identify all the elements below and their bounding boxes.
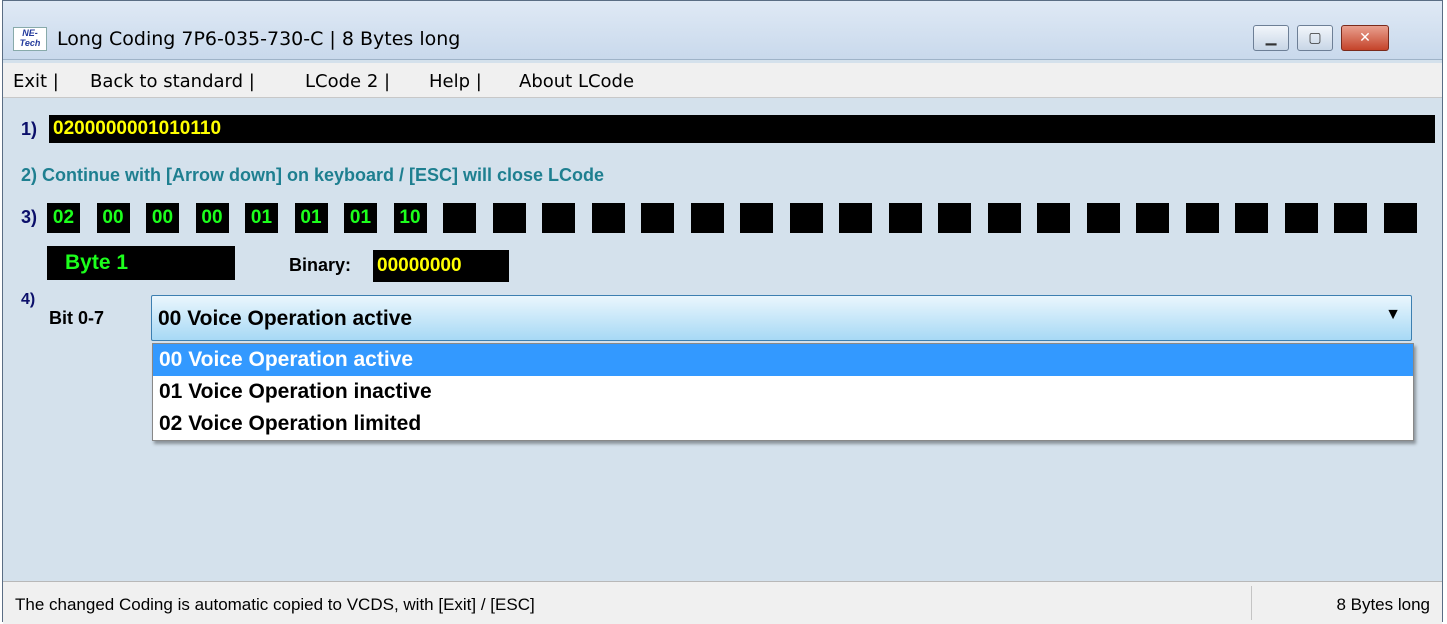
byte-cell[interactable]: 10 — [393, 203, 427, 233]
byte-cell[interactable] — [443, 203, 476, 233]
byte-cell[interactable] — [591, 203, 625, 233]
byte-cell[interactable]: 01 — [344, 203, 377, 233]
byte-cell[interactable] — [1086, 203, 1120, 233]
close-button[interactable]: ✕ — [1341, 25, 1389, 51]
coding-input[interactable]: 0200000001010110 — [49, 115, 1435, 143]
window-title: Long Coding 7P6-035-730-C | 8 Bytes long — [57, 28, 461, 50]
step-2-instruction: 2) Continue with [Arrow down] on keyboar… — [21, 165, 605, 185]
option-voice-inactive[interactable]: 01 Voice Operation inactive — [153, 376, 1413, 408]
byte-cell[interactable] — [938, 203, 971, 233]
maximize-button[interactable]: ▢ — [1297, 25, 1333, 51]
byte-cell[interactable]: 01 — [294, 203, 328, 233]
byte-cell[interactable] — [492, 203, 526, 233]
app-window: NE- Tech Long Coding 7P6-035-730-C | 8 By… — [2, 0, 1443, 624]
byte-cell[interactable] — [1383, 203, 1417, 233]
byte-cell[interactable]: 00 — [96, 203, 130, 233]
minimize-button[interactable]: ▁ — [1253, 25, 1289, 51]
step-3-label: 3) — [21, 207, 38, 227]
byte-cell[interactable] — [1235, 203, 1268, 233]
title-bar[interactable]: NE- Tech Long Coding 7P6-035-730-C | 8 By… — [3, 1, 1442, 60]
byte-cell[interactable] — [1334, 203, 1367, 233]
option-voice-limited[interactable]: 02 Voice Operation limited — [153, 408, 1413, 440]
byte-cell[interactable] — [542, 203, 575, 233]
byte-cell[interactable]: 00 — [195, 203, 229, 233]
status-divider — [1251, 586, 1252, 620]
byte-label: Byte 1 — [47, 246, 235, 280]
bit-select[interactable]: 00 Voice Operation active ▼ — [151, 295, 1412, 341]
menu-back-to-standard[interactable]: Back to standard | — [90, 71, 255, 92]
byte-cell[interactable] — [789, 203, 823, 233]
menu-lcode-2[interactable]: LCode 2 | — [305, 71, 390, 92]
binary-value: 00000000 — [373, 250, 509, 282]
menu-about-lcode[interactable]: About LCode — [519, 71, 634, 92]
byte-cell[interactable]: 00 — [146, 203, 179, 233]
status-text: The changed Coding is automatic copied t… — [15, 595, 535, 614]
byte-cell[interactable] — [1136, 203, 1169, 233]
menu-exit[interactable]: Exit | — [13, 71, 59, 92]
byte-cell[interactable] — [1284, 203, 1318, 233]
byte-cell[interactable] — [690, 203, 724, 233]
app-icon: NE- Tech — [13, 27, 47, 51]
binary-label: Binary: — [289, 255, 352, 275]
byte-cell[interactable] — [1185, 203, 1219, 233]
bit-options-list: 00 Voice Operation active 01 Voice Opera… — [152, 343, 1414, 441]
byte-cell[interactable] — [839, 203, 872, 233]
step-1-label: 1) — [21, 119, 38, 139]
status-byte-count: 8 Bytes long — [1336, 595, 1430, 614]
byte-cell[interactable] — [987, 203, 1021, 233]
byte-cell[interactable] — [740, 203, 773, 233]
dropdown-arrow-icon[interactable]: ▼ — [1385, 306, 1401, 324]
status-bar: The changed Coding is automatic copied t… — [3, 581, 1442, 624]
bit-label: Bit 0-7 — [49, 308, 105, 328]
byte-cell[interactable]: 01 — [245, 203, 278, 233]
byte-cell[interactable]: 02 — [47, 203, 80, 233]
byte-cell[interactable] — [888, 203, 922, 233]
byte-cell[interactable] — [641, 203, 674, 233]
menu-help[interactable]: Help | — [429, 71, 482, 92]
option-voice-active[interactable]: 00 Voice Operation active — [153, 344, 1413, 376]
menu-bar: Exit | Back to standard | LCode 2 | Help… — [3, 63, 1442, 98]
step-4-label: 4) — [21, 291, 36, 308]
bit-select-value: 00 Voice Operation active — [158, 307, 413, 330]
byte-cell[interactable] — [1037, 203, 1070, 233]
